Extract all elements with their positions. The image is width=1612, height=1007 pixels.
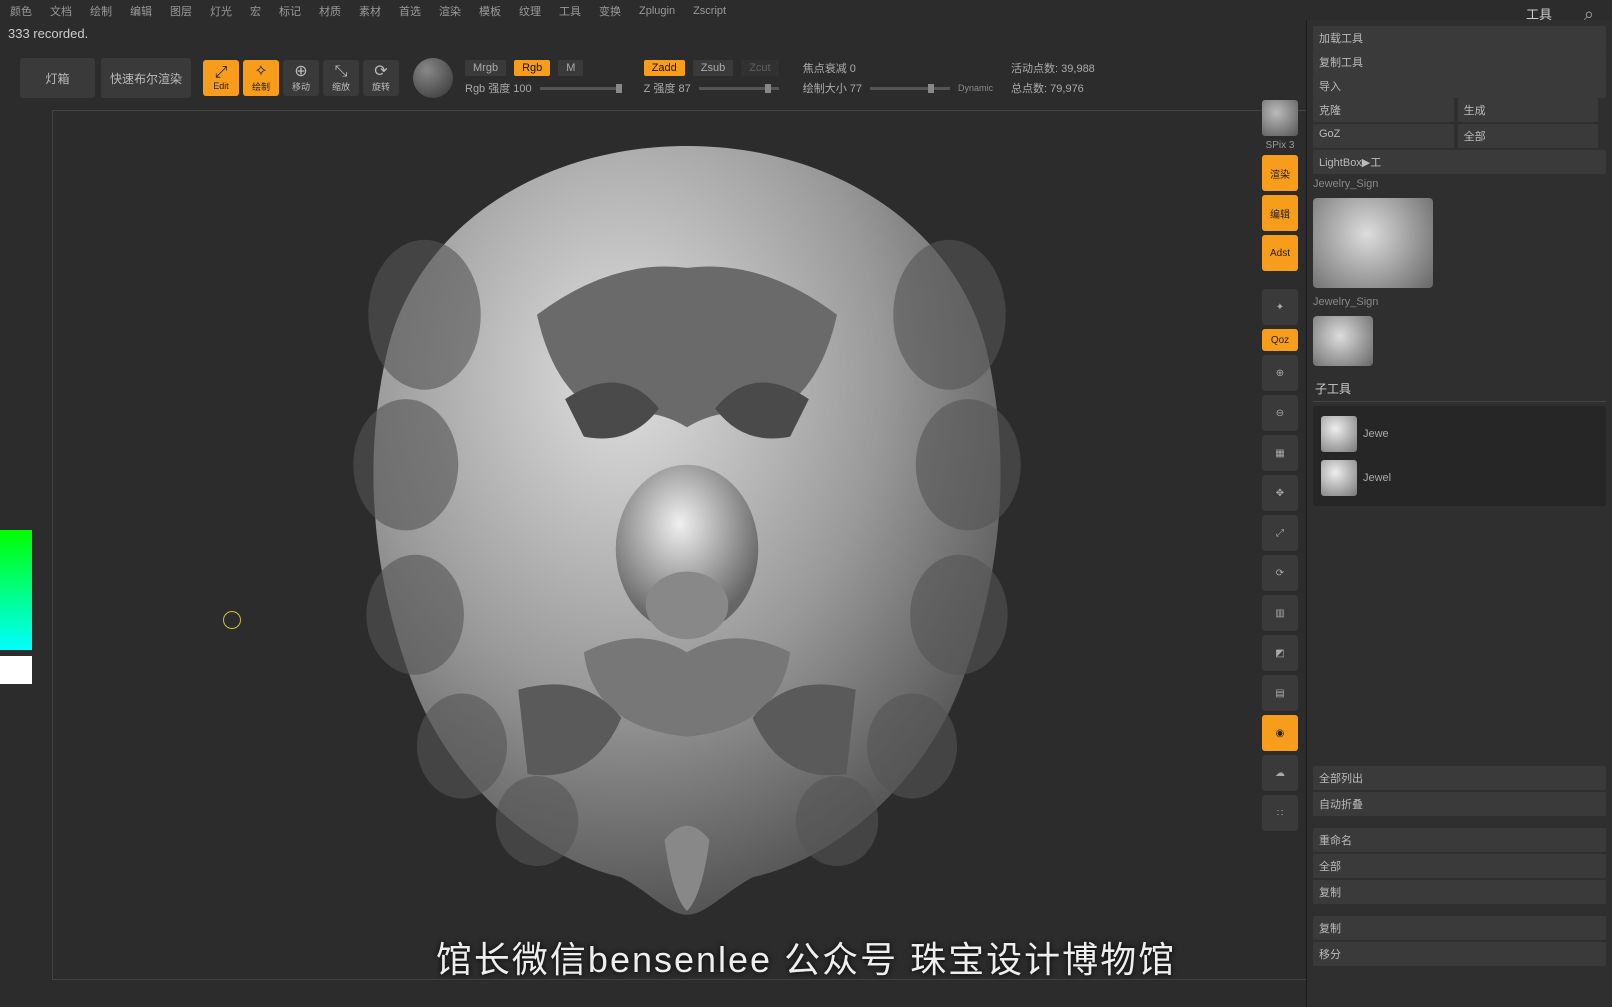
- sculpt-mesh[interactable]: [312, 121, 1062, 921]
- draw-size-slider[interactable]: [870, 87, 950, 90]
- menu-模板[interactable]: 模板: [479, 3, 501, 19]
- focal-shift-label: 焦点衰减 0: [803, 60, 856, 76]
- rt-adst[interactable]: Adst: [1262, 235, 1298, 271]
- tool-Edit[interactable]: ⤢Edit: [203, 60, 239, 96]
- panel-btn[interactable]: 重命名: [1313, 828, 1606, 852]
- panel-全部[interactable]: 全部: [1458, 124, 1599, 148]
- dynamic-label: Dynamic: [958, 83, 993, 93]
- rt-edit[interactable]: 编辑: [1262, 195, 1298, 231]
- qoz-button[interactable]: Qoz: [1262, 329, 1298, 351]
- rgb-intensity-slider[interactable]: [540, 87, 620, 90]
- menu-文档[interactable]: 文档: [50, 3, 72, 19]
- panel-btn[interactable]: 复制: [1313, 880, 1606, 904]
- subtool-item[interactable]: Jewe: [1319, 412, 1600, 456]
- spix-label: SPix 3: [1266, 140, 1295, 151]
- menu-编辑[interactable]: 编辑: [130, 3, 152, 19]
- zcut-toggle[interactable]: Zcut: [741, 60, 778, 76]
- menu-素材[interactable]: 素材: [359, 3, 381, 19]
- tool-绘制[interactable]: ✧绘制: [243, 60, 279, 96]
- panel-克隆[interactable]: 克隆: [1313, 98, 1454, 122]
- rgb-intensity-label: Rgb 强度 100: [465, 80, 532, 96]
- panel-btn[interactable]: 移分: [1313, 942, 1606, 966]
- tool-缩放[interactable]: ⤡缩放: [323, 60, 359, 96]
- scale-icon[interactable]: ⤢: [1262, 515, 1298, 551]
- panel-btn: [1313, 818, 1606, 826]
- menu-Zscript[interactable]: Zscript: [693, 5, 726, 17]
- viewport[interactable]: [52, 110, 1322, 980]
- panel-生成[interactable]: 生成: [1458, 98, 1599, 122]
- tool-旋转[interactable]: ⟳旋转: [363, 60, 399, 96]
- subtool-list: JeweJewel: [1313, 406, 1606, 506]
- panel-btn[interactable]: 全部列出: [1313, 766, 1606, 790]
- total-points: 总点数: 79,976: [1011, 80, 1095, 96]
- zsub-toggle[interactable]: Zsub: [693, 60, 733, 76]
- active-points: 活动点数: 39,988: [1011, 60, 1095, 76]
- jewelry-label: Jewelry_Sign: [1313, 178, 1606, 190]
- menu-颜色[interactable]: 颜色: [10, 3, 32, 19]
- move-icon[interactable]: ✥: [1262, 475, 1298, 511]
- material-sphere[interactable]: [413, 58, 453, 98]
- draw-size-label: 绘制大小 77: [803, 80, 862, 96]
- panel-btn: [1313, 906, 1606, 914]
- brush-thumb[interactable]: [1262, 100, 1298, 136]
- jewelry-label-2: Jewelry_Sign: [1313, 296, 1606, 308]
- menu-标记[interactable]: 标记: [279, 3, 301, 19]
- mrgb-toggle[interactable]: Mrgb: [465, 60, 506, 76]
- panel-导入[interactable]: 导入: [1313, 74, 1606, 98]
- menu-首选[interactable]: 首选: [399, 3, 421, 19]
- panel-btn[interactable]: 全部: [1313, 854, 1606, 878]
- menu-宏[interactable]: 宏: [250, 3, 261, 19]
- menu-bar: 颜色 文档 绘制 编辑 图层 灯光 宏 标记 材质 素材 首选 渲染 模板 纹理 工具 变换 Zplugin Zs…: [0, 0, 1612, 22]
- panel-btn[interactable]: 复制: [1313, 916, 1606, 940]
- status-recorded: 333 recorded.: [8, 26, 88, 41]
- zoom-in-icon[interactable]: ⊕: [1262, 355, 1298, 391]
- solo-icon[interactable]: ◉: [1262, 715, 1298, 751]
- tool-preview-2[interactable]: [1313, 316, 1373, 366]
- header-toolbar: 灯箱 快速布尔渲染 ⤢Edit✧绘制⊕移动⤡缩放⟳旋转 Mrgb Rgb M R…: [0, 48, 1302, 108]
- menu-渲染[interactable]: 渲染: [439, 3, 461, 19]
- m-toggle[interactable]: M: [558, 60, 583, 76]
- z-intensity-slider[interactable]: [699, 87, 779, 90]
- menu-灯光[interactable]: 灯光: [210, 3, 232, 19]
- menu-绘制[interactable]: 绘制: [90, 3, 112, 19]
- persp-icon[interactable]: ◩: [1262, 635, 1298, 671]
- symmetry-icon[interactable]: ✦: [1262, 289, 1298, 325]
- panel-加载工具[interactable]: 加载工具: [1313, 26, 1606, 50]
- rotate-icon[interactable]: ⟳: [1262, 555, 1298, 591]
- bool-render-button[interactable]: 快速布尔渲染: [101, 58, 191, 98]
- right-tool-strip: SPix 3 渲染 编辑 Adst ✦ Qoz ⊕ ⊖ ▦ ✥ ⤢ ⟳ ▥ ◩ …: [1260, 100, 1300, 831]
- menu-纹理[interactable]: 纹理: [519, 3, 541, 19]
- tool-panel: 加载工具复制工具导入 克隆生成GoZ全部 LightBox▶工 Jewelry_…: [1306, 20, 1612, 1007]
- menu-Zplugin[interactable]: Zplugin: [639, 5, 675, 17]
- tool-preview-1[interactable]: [1313, 198, 1433, 288]
- tool-移动[interactable]: ⊕移动: [283, 60, 319, 96]
- menu-材质[interactable]: 材质: [319, 3, 341, 19]
- color-picker[interactable]: [0, 530, 32, 684]
- xpose-icon[interactable]: ☁: [1262, 755, 1298, 791]
- rgb-toggle[interactable]: Rgb: [514, 60, 550, 76]
- subtool-header[interactable]: 子工具: [1313, 376, 1606, 402]
- z-intensity-label: Z 强度 87: [644, 80, 691, 96]
- ghost-icon[interactable]: ∷: [1262, 795, 1298, 831]
- floor-icon[interactable]: ▤: [1262, 675, 1298, 711]
- menu-图层[interactable]: 图层: [170, 3, 192, 19]
- menu-工具[interactable]: 工具: [559, 3, 581, 19]
- panel-btn[interactable]: 自动折叠: [1313, 792, 1606, 816]
- grid-icon[interactable]: ▥: [1262, 595, 1298, 631]
- lightbox-tools[interactable]: LightBox▶工: [1313, 150, 1606, 174]
- brush-cursor-icon: [223, 611, 241, 629]
- menu-变换[interactable]: 变换: [599, 3, 621, 19]
- rt-render[interactable]: 渲染: [1262, 155, 1298, 191]
- panel-GoZ[interactable]: GoZ: [1313, 124, 1454, 148]
- zoom-out-icon[interactable]: ⊖: [1262, 395, 1298, 431]
- frame-icon[interactable]: ▦: [1262, 435, 1298, 471]
- lightbox-button[interactable]: 灯箱: [20, 58, 95, 98]
- panel-复制工具[interactable]: 复制工具: [1313, 50, 1606, 74]
- zadd-toggle[interactable]: Zadd: [644, 60, 685, 76]
- subtool-item[interactable]: Jewel: [1319, 456, 1600, 500]
